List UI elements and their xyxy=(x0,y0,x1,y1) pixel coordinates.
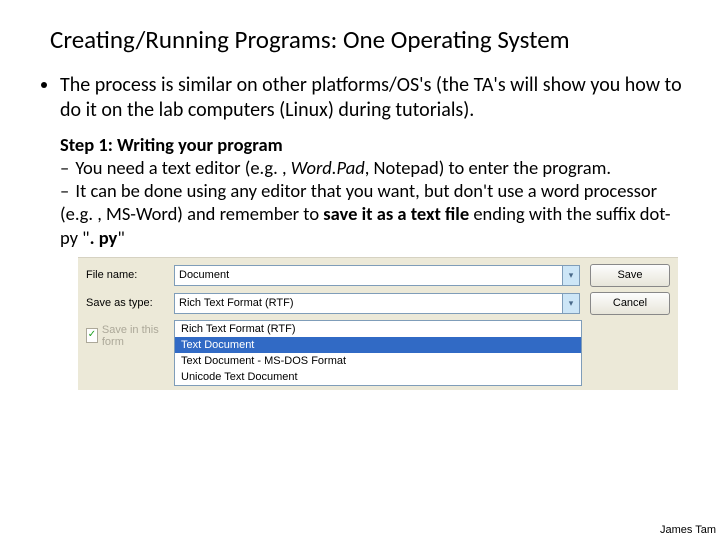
step-block: Step 1: Writing your program You need a … xyxy=(60,133,684,249)
footer-author: James Tam xyxy=(660,524,716,536)
text-em: Word.Pad xyxy=(291,156,365,179)
filename-value: Document xyxy=(179,269,229,281)
list-item[interactable]: Rich Text Format (RTF) xyxy=(175,321,581,337)
list-item[interactable]: Unicode Text Document xyxy=(175,369,581,385)
savetype-label: Save as type: xyxy=(86,297,164,309)
list-item[interactable]: Text Document - MS-DOS Format xyxy=(175,353,581,369)
bullet-main: The process is similar on other platform… xyxy=(60,73,684,123)
text: , Notepad) to enter the program. xyxy=(365,156,611,179)
savetype-dropdown[interactable]: Rich Text Format (RTF) Text Document Tex… xyxy=(174,320,582,386)
filename-label: File name: xyxy=(86,269,164,281)
text-bold: save it as a text file xyxy=(323,202,473,225)
text-code: . py xyxy=(90,226,118,249)
text: " xyxy=(117,226,124,249)
step-line-2: It can be done using any editor that you… xyxy=(60,179,684,248)
save-dialog: File name: Document ▾ Save Save as type:… xyxy=(78,257,678,390)
text: You need a text editor (e.g. , xyxy=(75,156,290,179)
chevron-down-icon[interactable]: ▾ xyxy=(562,294,579,313)
step-heading: Step 1: Writing your program xyxy=(60,133,684,156)
list-item[interactable]: Text Document xyxy=(175,337,581,353)
cancel-button[interactable]: Cancel xyxy=(590,292,670,315)
checkbox-icon: ✓ xyxy=(86,328,98,343)
save-button[interactable]: Save xyxy=(590,264,670,287)
filename-input[interactable]: Document ▾ xyxy=(174,265,580,286)
chevron-down-icon[interactable]: ▾ xyxy=(562,266,579,285)
step-line-1: You need a text editor (e.g. , Word.Pad,… xyxy=(60,156,684,179)
checkbox-label: Save in this form xyxy=(102,324,164,348)
page-title: Creating/Running Programs: One Operating… xyxy=(50,24,684,55)
savetype-value: Rich Text Format (RTF) xyxy=(179,297,294,309)
savetype-input[interactable]: Rich Text Format (RTF) ▾ xyxy=(174,293,580,314)
